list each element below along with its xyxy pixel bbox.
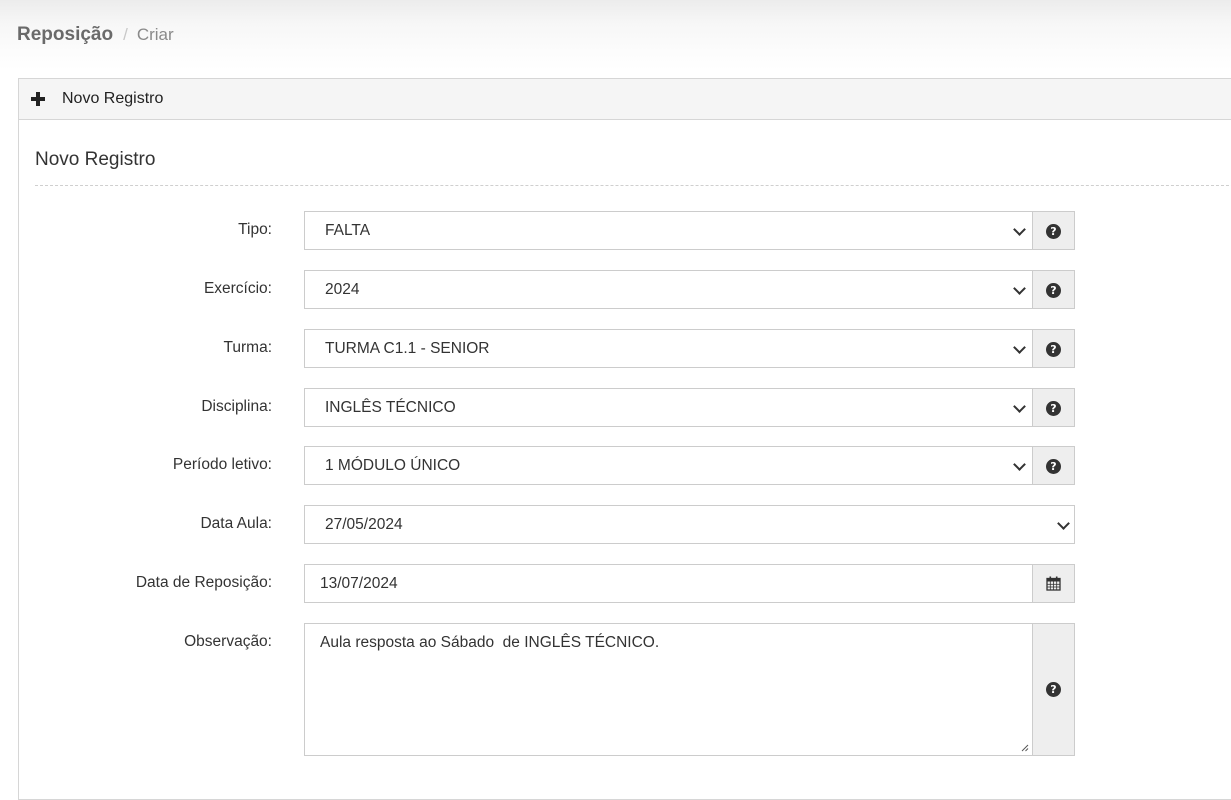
- tipo-select-value: FALTA: [325, 222, 371, 239]
- disciplina-label: Disciplina:: [201, 398, 272, 415]
- observacao-label: Observação:: [184, 633, 272, 650]
- help-icon: ?: [1046, 682, 1061, 697]
- turma-help-button[interactable]: ?: [1033, 329, 1075, 368]
- help-icon: ?: [1046, 401, 1061, 416]
- chevron-down-icon: [1013, 458, 1026, 471]
- chevron-down-icon: [1013, 341, 1026, 354]
- exercicio-help-button[interactable]: ?: [1033, 270, 1075, 309]
- breadcrumb-title[interactable]: Reposição: [17, 24, 113, 45]
- exercicio-label: Exercício:: [203, 280, 272, 297]
- breadcrumb-separator: /: [123, 25, 128, 44]
- resize-handle-icon[interactable]: [1021, 744, 1029, 752]
- form-panel: Novo Registro Novo Registro Tipo: FALTA …: [18, 78, 1231, 800]
- exercicio-select[interactable]: 2024: [304, 270, 1033, 309]
- chevron-down-icon: [1013, 400, 1026, 413]
- tipo-select[interactable]: FALTA: [304, 211, 1033, 250]
- exercicio-select-value: 2024: [325, 281, 360, 298]
- tipo-help-button[interactable]: ?: [1033, 211, 1075, 250]
- chevron-down-icon: [1013, 282, 1026, 295]
- periodo-select[interactable]: 1 MÓDULO ÚNICO: [304, 446, 1033, 485]
- calendar-icon: [1046, 576, 1061, 591]
- data-reposicao-input-value: 13/07/2024: [320, 575, 398, 592]
- help-icon: ?: [1046, 224, 1061, 239]
- breadcrumb: Reposição / Criar: [17, 23, 174, 47]
- help-icon: ?: [1046, 283, 1061, 298]
- disciplina-help-button[interactable]: ?: [1033, 388, 1075, 427]
- turma-select-value: TURMA C1.1 - SENIOR: [325, 340, 490, 357]
- data-reposicao-input[interactable]: 13/07/2024: [304, 564, 1033, 603]
- data-reposicao-label: Data de Reposição:: [135, 574, 272, 591]
- breadcrumb-current: Criar: [136, 25, 174, 44]
- periodo-label: Período letivo:: [172, 456, 272, 473]
- observacao-help-button[interactable]: ?: [1033, 623, 1075, 756]
- section-divider: [35, 185, 1231, 186]
- periodo-select-value: 1 MÓDULO ÚNICO: [325, 457, 461, 474]
- section-title: Novo Registro: [35, 149, 156, 170]
- observacao-textarea-value: Aula resposta ao Sábado de INGLÊS TÉCNIC…: [320, 634, 660, 651]
- disciplina-select-value: INGLÊS TÉCNICO: [325, 399, 456, 416]
- turma-select[interactable]: TURMA C1.1 - SENIOR: [304, 329, 1033, 368]
- panel-heading-title: Novo Registro: [62, 90, 164, 107]
- chevron-down-icon: [1013, 223, 1026, 236]
- chevron-down-icon: [1057, 517, 1070, 530]
- help-icon: ?: [1046, 459, 1061, 474]
- periodo-help-button[interactable]: ?: [1033, 446, 1075, 485]
- top-bar: Reposição / Criar: [0, 0, 1231, 70]
- disciplina-select[interactable]: INGLÊS TÉCNICO: [304, 388, 1033, 427]
- tipo-label: Tipo:: [238, 221, 272, 238]
- observacao-textarea[interactable]: Aula resposta ao Sábado de INGLÊS TÉCNIC…: [304, 623, 1033, 756]
- data-aula-select[interactable]: 27/05/2024: [304, 505, 1075, 544]
- panel-heading[interactable]: Novo Registro: [19, 79, 1231, 120]
- help-icon: ?: [1046, 342, 1061, 357]
- data-aula-label: Data Aula:: [200, 515, 272, 532]
- data-reposicao-calendar-button[interactable]: [1033, 564, 1075, 603]
- data-aula-select-value: 27/05/2024: [325, 516, 403, 533]
- turma-label: Turma:: [223, 339, 272, 356]
- plus-icon: [31, 92, 45, 106]
